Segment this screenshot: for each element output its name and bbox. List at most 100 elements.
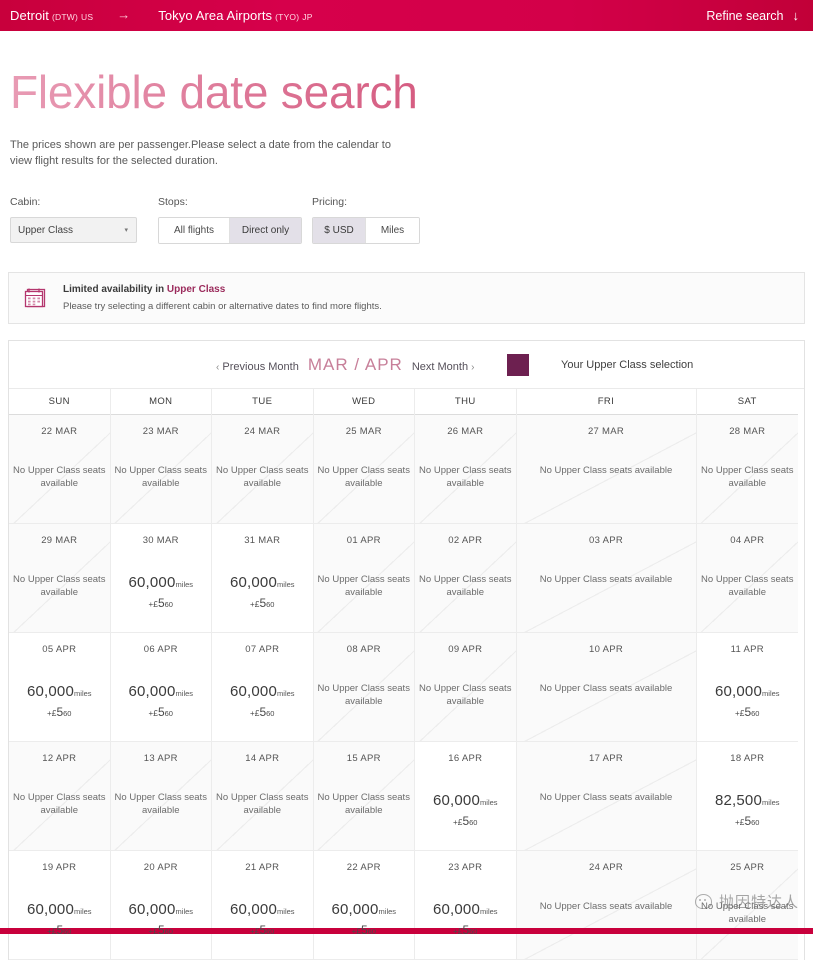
month-navigator: ‹ Previous Month MAR / APR Next Month ›	[216, 355, 474, 375]
calendar-day-unavailable: 25 APR No Upper Class seats available	[696, 851, 799, 960]
calendar-icon	[23, 285, 49, 311]
calendar-day-available[interactable]: 07 APR 60,000miles +£560	[212, 633, 313, 743]
day-of-week-header: SAT	[696, 389, 798, 416]
calendar-day-date: 22 APR	[346, 862, 381, 874]
calendar-day-available[interactable]: 20 APR 60,000miles +£560	[110, 851, 211, 960]
calendar-day-date: 25 APR	[730, 862, 765, 874]
calendar-day-unavailable: 02 APR No Upper Class seats available	[415, 524, 516, 634]
destination-airport-code: (TYO)	[275, 12, 300, 22]
calendar-day-available[interactable]: 06 APR 60,000miles +£560	[110, 633, 211, 743]
tax-whole-amount: 5	[360, 923, 368, 938]
next-month-button[interactable]: Next Month ›	[412, 361, 475, 373]
calendar-day-available[interactable]: 05 APR 60,000miles +£560	[9, 633, 110, 743]
calendar-day-date: 24 APR	[588, 862, 623, 874]
page-description: The prices shown are per passenger.Pleas…	[10, 138, 391, 167]
calendar-day-body: No Upper Class seats available	[314, 574, 415, 600]
miles-value: 60,000	[229, 574, 278, 592]
miles-value: 60,000	[432, 901, 481, 919]
day-of-week-header: WED	[313, 389, 414, 416]
calendar-day-body: No Upper Class seats available	[314, 683, 415, 709]
previous-month-button[interactable]: ‹ Previous Month	[216, 361, 299, 373]
pricing-option-usd[interactable]: $ USD	[313, 218, 366, 244]
route-summary: Detroit (DTW) US → Tokyo Area Airports (…	[10, 7, 706, 23]
calendar-day-unavailable: 10 APR No Upper Class seats available	[516, 633, 696, 743]
calendar-day-miles: 60,000miles	[111, 574, 212, 591]
calendar-day-body: 60,000miles +£560	[212, 574, 313, 610]
calendar-day-available[interactable]: 31 MAR 60,000miles +£560	[212, 524, 313, 634]
calendar-day-date: 29 MAR	[41, 535, 78, 547]
calendar-day-miles: 60,000miles	[415, 792, 516, 809]
tax-cents-amount: 60	[266, 709, 275, 719]
refine-search-button[interactable]: Refine search ↓	[706, 8, 799, 23]
calendar-day-available[interactable]: 18 APR 82,500miles +£560	[696, 742, 798, 852]
calendar-day-available[interactable]: 30 MAR 60,000miles +£560	[110, 524, 212, 634]
calendar-day-date: 09 APR	[448, 644, 483, 656]
calendar-day-unavailable: 03 APR No Upper Class seats available	[516, 524, 696, 634]
calendar-day-body: No Upper Class seats available	[314, 465, 415, 491]
tax-cents-amount: 60	[63, 927, 72, 937]
miles-unit: miles	[277, 689, 295, 699]
calendar-day-unavailable: 28 MAR No Upper Class seats available	[696, 415, 799, 525]
calendar-day-no-seats: No Upper Class seats available	[114, 792, 207, 817]
calendar-day-available[interactable]: 16 APR 60,000miles +£560	[415, 742, 516, 852]
current-months-label: MAR / APR	[307, 354, 403, 374]
day-of-week-header: MON	[110, 389, 211, 416]
calendar-day-date: 06 APR	[143, 644, 178, 656]
calendar-column-tue: TUE 24 MAR No Upper Class seats available 3…	[212, 389, 314, 960]
calendar-day-date: 10 APR	[588, 644, 623, 656]
calendar-day-no-seats: No Upper Class seats available	[701, 574, 794, 599]
calendar-day-date: 05 APR	[42, 644, 77, 656]
calendar-day-available[interactable]: 11 APR 60,000miles +£560	[696, 633, 798, 743]
calendar-day-tax: +£560	[9, 705, 110, 719]
chevron-down-icon: ▾	[124, 227, 128, 235]
calendar-day-unavailable: 23 MAR No Upper Class seats available	[110, 415, 211, 525]
calendar-day-body: No Upper Class seats available	[415, 465, 516, 491]
miles-value: 60,000	[331, 901, 379, 919]
calendar-day-available[interactable]: 22 APR 60,000miles +£560	[313, 851, 414, 960]
calendar-grid: SUN 22 MAR No Upper Class seats available 2…	[9, 389, 804, 960]
calendar-day-available[interactable]: 23 APR 60,000miles +£560	[415, 851, 516, 960]
miles-value: 60,000	[128, 574, 176, 592]
calendar-day-no-seats: No Upper Class seats available	[419, 574, 512, 599]
calendar-day-body: No Upper Class seats available	[697, 465, 799, 491]
stops-option-all-flights[interactable]: All flights	[159, 218, 230, 244]
pricing-option-miles[interactable]: Miles	[366, 218, 419, 244]
miles-value: 82,500	[714, 792, 763, 810]
miles-unit: miles	[277, 907, 295, 917]
calendar-day-unavailable: 24 MAR No Upper Class seats available	[212, 415, 313, 525]
miles-unit: miles	[74, 689, 92, 699]
flexible-date-calendar: ‹ Previous Month MAR / APR Next Month › …	[8, 340, 805, 960]
miles-unit: miles	[762, 689, 780, 699]
calendar-day-unavailable: 25 MAR No Upper Class seats available	[313, 415, 415, 525]
calendar-day-no-seats: No Upper Class seats available	[317, 792, 410, 817]
calendar-day-body: No Upper Class seats available	[415, 574, 516, 600]
calendar-day-no-seats: No Upper Class seats available	[701, 465, 794, 490]
tax-cents-amount: 60	[367, 927, 376, 937]
legend-label: Your Upper Class selection	[561, 358, 694, 371]
calendar-day-body: No Upper Class seats available	[314, 792, 415, 818]
notice-text: Limited availability in Upper Class Plea…	[63, 284, 382, 312]
calendar-day-tax: +£560	[415, 814, 516, 828]
calendar-day-date: 24 MAR	[244, 426, 281, 438]
calendar-day-available[interactable]: 21 APR 60,000miles +£560	[212, 851, 313, 960]
tax-cents-amount: 60	[164, 709, 173, 719]
origin-country: US	[81, 12, 94, 22]
legend-color-swatch	[507, 353, 529, 376]
stops-option-direct-only[interactable]: Direct only	[230, 218, 301, 244]
miles-value: 60,000	[128, 683, 176, 701]
notice-title-highlight: Upper Class	[166, 284, 226, 296]
calendar-day-no-seats: No Upper Class seats available	[13, 574, 106, 599]
cabin-select[interactable]: Upper Class ▾	[10, 217, 137, 244]
calendar-day-body: 60,000miles +£560	[415, 901, 516, 937]
calendar-day-body: No Upper Class seats available	[697, 901, 799, 927]
calendar-day-date: 27 MAR	[587, 426, 625, 438]
chevron-right-icon: ›	[471, 361, 475, 373]
calendar-day-date: 01 APR	[346, 535, 381, 547]
calendar-day-available[interactable]: 19 APR 60,000miles +£560	[9, 851, 110, 960]
stops-filter-group: Stops: All flights Direct only	[158, 196, 312, 245]
miles-value: 60,000	[128, 901, 176, 919]
calendar-day-unavailable: 22 MAR No Upper Class seats available	[9, 415, 110, 525]
miles-unit: miles	[175, 907, 194, 917]
calendar-day-unavailable: 09 APR No Upper Class seats available	[415, 633, 516, 743]
calendar-day-no-seats: No Upper Class seats available	[539, 683, 673, 695]
